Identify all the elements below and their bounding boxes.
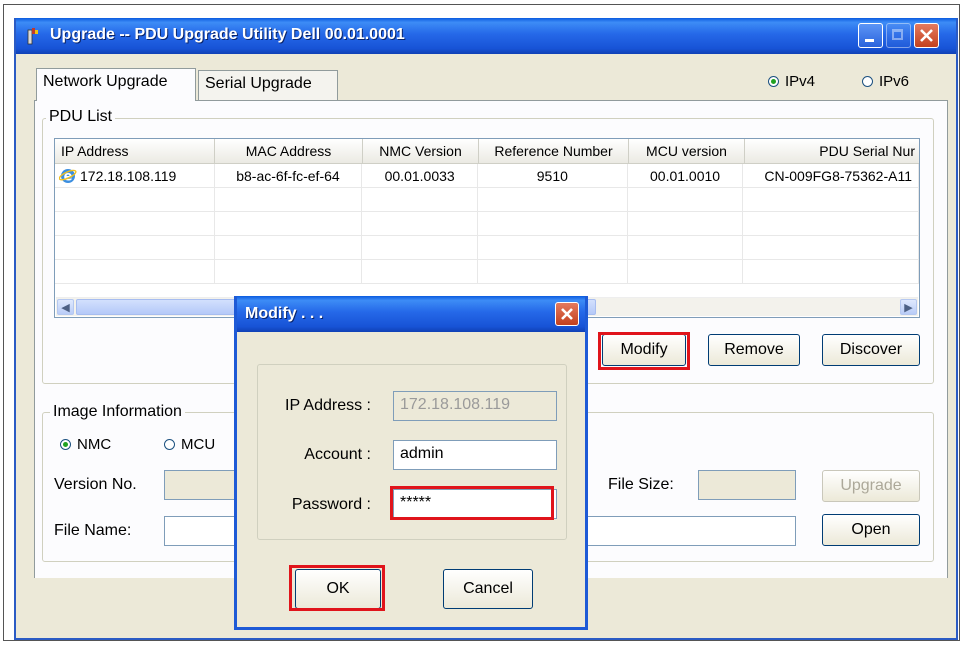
ipv4-radio[interactable]: IPv4: [768, 73, 815, 90]
scroll-left-button[interactable]: ◀: [57, 299, 74, 315]
scroll-right-button[interactable]: ▶: [900, 299, 917, 315]
empty-row: [55, 188, 919, 212]
cancel-button[interactable]: Cancel: [443, 569, 533, 609]
ip-address-field: 172.18.108.119: [393, 391, 557, 421]
column-ip-address[interactable]: IP Address: [55, 139, 215, 163]
modify-dialog-title: Modify . . .: [245, 305, 324, 322]
minimize-icon: [865, 39, 874, 42]
pdu-list-title: PDU List: [46, 108, 116, 126]
tab-serial-upgrade[interactable]: Serial Upgrade: [198, 70, 338, 100]
close-button[interactable]: [914, 23, 939, 48]
discover-button[interactable]: Discover: [822, 334, 920, 366]
modify-dialog-title-bar[interactable]: Modify . . .: [237, 296, 585, 332]
open-button[interactable]: Open: [822, 514, 920, 546]
title-bar[interactable]: Upgrade -- PDU Upgrade Utility Dell 00.0…: [16, 18, 956, 54]
column-mac-address[interactable]: MAC Address: [215, 139, 363, 163]
chevron-left-icon: ◀: [61, 302, 70, 314]
password-label: Password :: [291, 496, 371, 513]
column-nmc-version[interactable]: NMC Version: [363, 139, 479, 163]
window-title: Upgrade -- PDU Upgrade Utility Dell 00.0…: [50, 26, 405, 43]
ok-button[interactable]: OK: [295, 569, 381, 609]
nmc-radio-label: NMC: [77, 436, 112, 453]
column-mcu-version[interactable]: MCU version: [629, 139, 745, 163]
tab-network-upgrade-label: Network Upgrade: [43, 73, 168, 90]
modify-dialog: Modify . . . IP Address : 172.18.108.119…: [234, 296, 588, 630]
tab-serial-upgrade-label: Serial Upgrade: [205, 75, 312, 92]
remove-button[interactable]: Remove: [708, 334, 800, 366]
maximize-icon: [892, 29, 903, 40]
mcu-radio[interactable]: MCU: [164, 436, 215, 453]
pdu-list-header: IP Address MAC Address NMC Version Refer…: [55, 139, 919, 164]
pdu-list-view[interactable]: IP Address MAC Address NMC Version Refer…: [54, 138, 920, 318]
file-size-field: [698, 470, 796, 500]
empty-row: [55, 260, 919, 284]
account-label: Account :: [304, 446, 371, 463]
file-size-label: File Size:: [608, 476, 674, 493]
app-plug-icon: [27, 28, 38, 45]
ie-globe-icon: e: [59, 168, 77, 184]
ipv6-radio-label: IPv6: [879, 73, 910, 90]
version-label: Version No.: [54, 476, 137, 493]
ipv4-radio-label: IPv4: [785, 73, 816, 90]
modify-button[interactable]: Modify: [602, 334, 686, 366]
cell-mcu-version: 00.01.0010: [627, 164, 744, 188]
ipv4-radio-dot: [768, 76, 779, 87]
chevron-right-icon: ▶: [904, 302, 913, 314]
cell-pdu-serial: CN-009FG8-75362-A11: [743, 164, 919, 188]
cell-reference-number: 9510: [478, 164, 628, 188]
mcu-radio-label: MCU: [181, 436, 216, 453]
ip-address-label: IP Address :: [285, 397, 371, 414]
upgrade-button[interactable]: Upgrade: [822, 470, 920, 502]
ipv6-radio[interactable]: IPv6: [862, 73, 909, 90]
cell-ip-address: e 172.18.108.119: [55, 164, 215, 188]
ipv6-radio-dot: [862, 76, 873, 87]
empty-row: [55, 212, 919, 236]
column-pdu-serial[interactable]: PDU Serial Nur: [745, 139, 919, 163]
cell-ip-address-text: 172.18.108.119: [80, 167, 177, 184]
minimize-button[interactable]: [858, 23, 883, 48]
tab-network-upgrade[interactable]: Network Upgrade: [36, 68, 196, 101]
nmc-radio-dot: [60, 439, 71, 450]
nmc-radio[interactable]: NMC: [60, 436, 111, 453]
close-icon: [561, 308, 573, 320]
maximize-button[interactable]: [886, 23, 911, 48]
modify-dialog-close-button[interactable]: [555, 302, 579, 326]
account-field[interactable]: admin: [393, 440, 557, 470]
table-row[interactable]: e 172.18.108.119 b8-ac-6f-fc-ef-64 00.01…: [55, 164, 919, 188]
column-reference-number[interactable]: Reference Number: [479, 139, 629, 163]
cell-mac-address: b8-ac-6f-fc-ef-64: [214, 164, 363, 188]
cell-nmc-version: 00.01.0033: [362, 164, 479, 188]
password-field[interactable]: *****: [393, 489, 557, 519]
image-info-title: Image Information: [50, 403, 185, 421]
file-name-label: File Name:: [54, 522, 132, 539]
close-icon: [920, 29, 933, 42]
empty-row: [55, 236, 919, 260]
mcu-radio-dot: [164, 439, 175, 450]
